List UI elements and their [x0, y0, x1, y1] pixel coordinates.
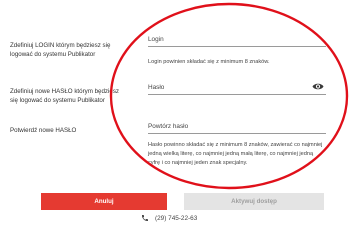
password-underline: [148, 94, 326, 95]
confirm-password-underline: [148, 133, 326, 134]
phone-icon: [141, 214, 149, 222]
cancel-button[interactable]: Anuluj: [41, 193, 167, 210]
login-field[interactable]: Login: [148, 32, 326, 48]
password-placeholder: Hasło: [148, 84, 165, 91]
confirm-password-field[interactable]: Powtórz hasło: [148, 119, 326, 135]
confirm-password-label: Potwierdź nowe HASŁO: [10, 127, 77, 134]
login-label: Zdefiniuj LOGIN którym będziesz się logo…: [10, 42, 111, 58]
login-underline: [148, 46, 326, 47]
contact-phone: (29) 745-22-63: [141, 214, 197, 222]
login-hint: Login powinien składać się z minimum 8 z…: [148, 59, 270, 65]
password-label: Zdefiniuj nowe HASŁO którym będziesz się…: [10, 88, 120, 104]
password-field[interactable]: Hasło: [148, 80, 326, 96]
phone-number: (29) 745-22-63: [155, 214, 198, 222]
activate-access-button[interactable]: Aktywuj dostęp: [184, 193, 324, 210]
login-placeholder: Login: [148, 36, 164, 43]
password-hint: Hasło powinno składać się z minimum 8 zn…: [148, 142, 323, 166]
confirm-password-placeholder: Powtórz hasło: [148, 123, 189, 130]
eye-icon[interactable]: [312, 82, 324, 91]
